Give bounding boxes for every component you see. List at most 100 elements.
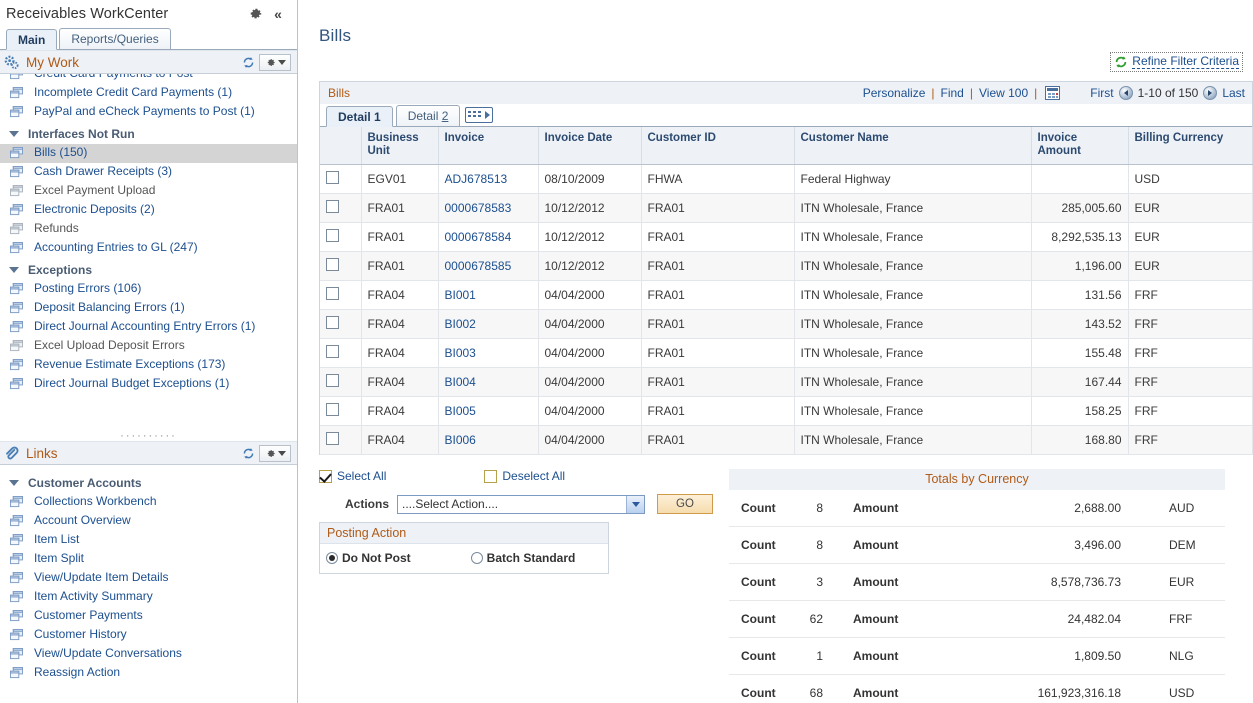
radio-do-not-post[interactable]: Do Not Post (326, 551, 411, 565)
row-checkbox[interactable] (326, 200, 339, 213)
tab-main[interactable]: Main (6, 29, 58, 50)
row-select-cell[interactable] (320, 367, 362, 397)
table-row[interactable]: EGV01 ADJ678513 08/10/2009 FHWA Federal … (320, 164, 1253, 194)
links-item-item-list[interactable]: Item List (0, 531, 297, 550)
row-checkbox[interactable] (326, 229, 339, 242)
my-work-item-incomplete-credit-card-payments[interactable]: Incomplete Credit Card Payments (1) (0, 84, 297, 103)
cell-invoice[interactable]: BI001 (438, 280, 539, 310)
invoice-link[interactable]: BI001 (445, 288, 476, 302)
tab-detail-1[interactable]: Detail 1 (326, 106, 393, 127)
row-select-cell[interactable] (320, 425, 362, 455)
expand-grid-icon[interactable] (465, 107, 494, 123)
next-page-icon[interactable] (1203, 86, 1218, 100)
links-item-item-activity-summary[interactable]: Item Activity Summary (0, 588, 297, 607)
row-select-cell[interactable] (320, 309, 362, 339)
links-item-view-update-conversations[interactable]: View/Update Conversations (0, 645, 297, 664)
view-100-link[interactable]: View 100 (979, 86, 1028, 100)
table-row[interactable]: FRA04 BI004 04/04/2000 FRA01 ITN Wholesa… (320, 367, 1253, 397)
refresh-icon[interactable] (237, 56, 259, 69)
deselect-all-label[interactable]: Deselect All (502, 469, 565, 483)
action-select[interactable]: ....Select Action.... (397, 494, 645, 514)
my-work-item-paypal-echeck-payments[interactable]: PayPal and eCheck Payments to Post (1) (0, 103, 297, 122)
my-work-item-electronic-deposits[interactable]: Electronic Deposits (2) (0, 201, 297, 220)
table-row[interactable]: FRA04 BI003 04/04/2000 FRA01 ITN Wholesa… (320, 338, 1253, 368)
links-item-reassign-action[interactable]: Reassign Action (0, 664, 297, 683)
my-work-item-revenue-estimate-exceptions[interactable]: Revenue Estimate Exceptions (173) (0, 356, 297, 375)
row-select-cell[interactable] (320, 251, 362, 281)
row-checkbox[interactable] (326, 287, 339, 300)
row-checkbox[interactable] (326, 171, 339, 184)
gear-icon[interactable] (245, 4, 267, 24)
tab-reports-queries[interactable]: Reports/Queries (59, 28, 171, 49)
row-checkbox[interactable] (326, 403, 339, 416)
my-work-item-excel-payment-upload[interactable]: Excel Payment Upload (0, 182, 297, 201)
triangle-down-icon[interactable] (6, 267, 22, 273)
cell-invoice[interactable]: BI004 (438, 367, 539, 397)
cell-invoice[interactable]: BI005 (438, 396, 539, 426)
find-link[interactable]: Find (941, 86, 964, 100)
cell-invoice[interactable]: BI002 (438, 309, 539, 339)
row-select-cell[interactable] (320, 164, 362, 194)
personalize-link[interactable]: Personalize (863, 86, 926, 100)
links-item-collections-workbench[interactable]: Collections Workbench (0, 493, 297, 512)
tab-detail-2[interactable]: Detail 2 (395, 105, 461, 126)
cell-invoice[interactable]: 0000678584 (438, 222, 539, 252)
refine-filter-criteria-button[interactable]: Refine Filter Criteria (1110, 52, 1243, 72)
invoice-link[interactable]: 0000678584 (445, 230, 512, 244)
last-page-link[interactable]: Last (1222, 86, 1245, 100)
table-row[interactable]: FRA04 BI005 04/04/2000 FRA01 ITN Wholesa… (320, 396, 1253, 426)
links-item-item-split[interactable]: Item Split (0, 550, 297, 569)
cell-invoice[interactable]: BI006 (438, 425, 539, 455)
select-all-label[interactable]: Select All (337, 469, 386, 483)
refresh-icon[interactable] (237, 447, 259, 460)
my-work-item-refunds[interactable]: Refunds (0, 220, 297, 239)
my-work-item-excel-upload-deposit-errors[interactable]: Excel Upload Deposit Errors (0, 337, 297, 356)
row-select-cell[interactable] (320, 396, 362, 426)
my-work-item-direct-journal-budget-exceptions[interactable]: Direct Journal Budget Exceptions (1) (0, 375, 297, 394)
row-select-cell[interactable] (320, 193, 362, 223)
links-item-customer-history[interactable]: Customer History (0, 626, 297, 645)
my-work-clipped-item[interactable]: Credit Card Payments to Post (0, 74, 297, 84)
my-work-item-cash-drawer-receipts[interactable]: Cash Drawer Receipts (3) (0, 163, 297, 182)
invoice-link[interactable]: 0000678585 (445, 259, 512, 273)
row-select-cell[interactable] (320, 280, 362, 310)
cell-invoice[interactable]: 0000678585 (438, 251, 539, 281)
table-row[interactable]: FRA04 BI001 04/04/2000 FRA01 ITN Wholesa… (320, 280, 1253, 310)
select-all-checkbox[interactable] (319, 469, 332, 483)
row-checkbox[interactable] (326, 432, 339, 445)
row-checkbox[interactable] (326, 258, 339, 271)
row-select-cell[interactable] (320, 222, 362, 252)
group-customer-accounts[interactable]: Customer Accounts (0, 471, 297, 493)
radio-batch-standard[interactable]: Batch Standard (470, 551, 575, 565)
table-row[interactable]: FRA01 0000678583 10/12/2012 FRA01 ITN Wh… (320, 193, 1253, 223)
radio-button[interactable] (470, 552, 483, 564)
first-page-link[interactable]: First (1090, 86, 1113, 100)
group-exceptions[interactable]: Exceptions (0, 258, 297, 280)
radio-button[interactable] (326, 552, 338, 564)
table-row[interactable]: FRA01 0000678585 10/12/2012 FRA01 ITN Wh… (320, 251, 1253, 281)
links-item-account-overview[interactable]: Account Overview (0, 512, 297, 531)
collapse-left-icon[interactable]: « (267, 4, 289, 24)
table-row[interactable]: FRA04 BI002 04/04/2000 FRA01 ITN Wholesa… (320, 309, 1253, 339)
my-work-item-posting-errors[interactable]: Posting Errors (106) (0, 280, 297, 299)
invoice-link[interactable]: BI003 (445, 346, 476, 360)
triangle-down-icon[interactable] (6, 480, 22, 486)
invoice-link[interactable]: BI004 (445, 375, 476, 389)
row-select-cell[interactable] (320, 338, 362, 368)
links-item-customer-payments[interactable]: Customer Payments (0, 607, 297, 626)
group-interfaces-not-run[interactable]: Interfaces Not Run (0, 122, 297, 144)
row-checkbox[interactable] (326, 345, 339, 358)
chevron-down-icon[interactable] (626, 495, 644, 513)
my-work-menu-button[interactable] (259, 53, 291, 71)
panel-resize-handle[interactable]: ·········· (0, 429, 297, 442)
cell-invoice[interactable]: 0000678583 (438, 193, 539, 223)
invoice-link[interactable]: BI002 (445, 317, 476, 331)
my-work-item-bills[interactable]: Bills (150) (0, 144, 297, 163)
go-button[interactable]: GO (657, 494, 713, 514)
table-row[interactable]: FRA04 BI006 04/04/2000 FRA01 ITN Wholesa… (320, 425, 1253, 455)
my-work-item-accounting-entries-to-gl[interactable]: Accounting Entries to GL (247) (0, 239, 297, 258)
download-spreadsheet-icon[interactable] (1045, 86, 1061, 100)
my-work-item-direct-journal-accounting-entry-errors[interactable]: Direct Journal Accounting Entry Errors (… (0, 318, 297, 337)
invoice-link[interactable]: BI005 (445, 404, 476, 418)
row-checkbox[interactable] (326, 316, 339, 329)
